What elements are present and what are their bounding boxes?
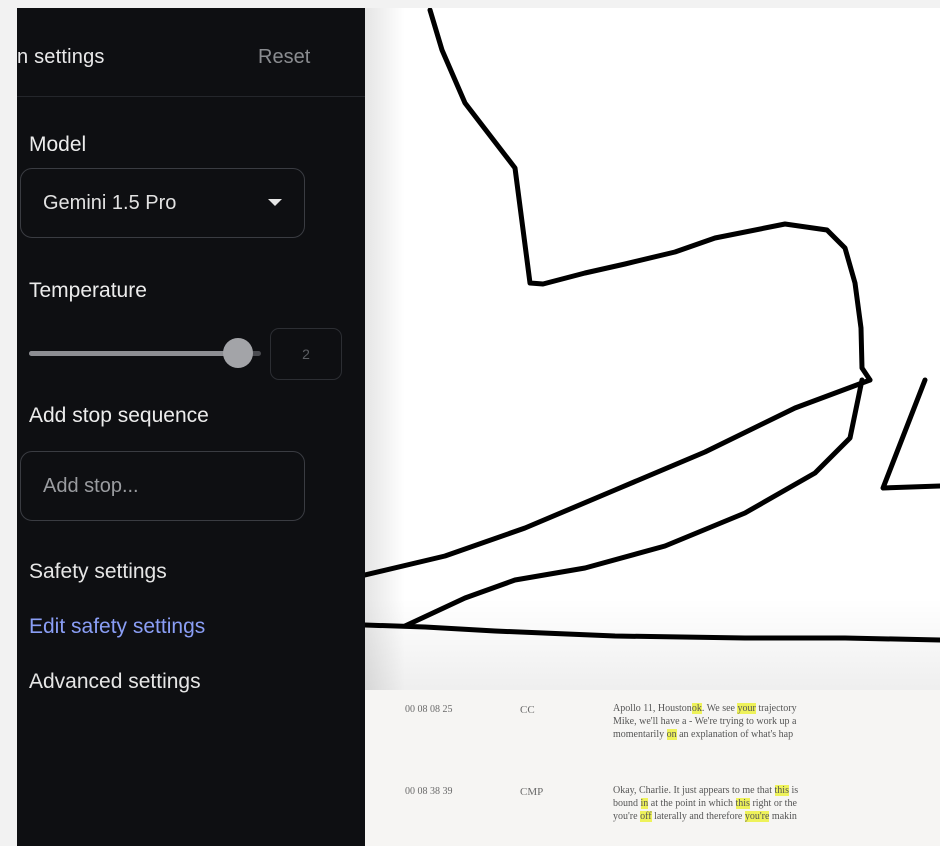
run-settings-panel: n settings Reset Model Gemini 1.5 Pro Te… [17,8,365,846]
transcript-line: Okay, Charlie. It just appears to me tha… [613,784,940,797]
panel-header: n settings Reset [17,8,365,97]
edit-safety-settings-link[interactable]: Edit safety settings [29,615,205,639]
transcript-speaker: CC [520,704,535,716]
transcript-fragment: . We see [701,703,738,714]
transcript-document: 00 08 08 25 CC Apollo 11, Houstonok. We se… [365,690,940,846]
hand-drawn-sketch [365,8,940,643]
stop-sequence-input[interactable]: Add stop... [20,451,305,521]
caret-down-icon [268,199,282,206]
stop-sequence-placeholder: Add stop... [43,475,139,497]
reset-button[interactable]: Reset [258,46,310,69]
transcript-line: momentarily on an explanation of what's … [613,728,940,741]
transcript-fragment: an explanation of what's hap [676,729,794,740]
transcript-speaker: CMP [520,786,544,798]
model-select[interactable]: Gemini 1.5 Pro [20,168,305,238]
slider-thumb[interactable] [222,338,253,368]
panel-title: n settings [17,46,105,68]
transcript-line: Mike, we'll have a - We're trying to wor… [613,715,940,728]
transcript-fragment: laterally and therefore [651,811,745,822]
transcript-line: you're off laterally and therefore you'r… [613,810,940,823]
transcript-timestamp: 00 08 08 25 [405,704,453,715]
temperature-label: Temperature [29,279,147,302]
transcript-fragment: trajectory [755,703,797,714]
transcript-fragment: bound [613,798,641,809]
transcript-text: Okay, Charlie. It just appears to me tha… [613,784,940,823]
transcript-timestamp: 00 08 38 39 [405,786,453,797]
transcript-fragment: at the point in which [648,798,736,809]
highlighted-term: off [640,811,652,822]
transcript-fragment: right or the [749,798,797,809]
highlighted-term: this [774,785,789,796]
safety-settings-heading: Safety settings [29,560,167,583]
advanced-settings-toggle[interactable]: Advanced settings [29,670,201,694]
temperature-slider[interactable] [29,338,261,368]
window-frame-top [0,0,940,8]
transcript-fragment: is [788,785,799,796]
transcript-text: Apollo 11, Houstonok. We see your trajec… [613,702,940,741]
highlighted-term: your [737,703,756,714]
highlighted-term: this [735,798,750,809]
highlighted-term: you're [744,811,770,822]
slider-fill [29,351,238,356]
transcript-line: bound in at the point in which this righ… [613,797,940,810]
transcript-fragment: Apollo 11, Houston [613,703,692,714]
model-label: Model [29,133,87,156]
transcript-fragment: makin [769,811,797,822]
highlighted-term: ok [691,703,702,714]
transcript-fragment: Okay, Charlie. It just appears to me tha… [613,785,775,796]
temperature-input[interactable]: 2 [270,328,342,380]
stop-sequence-label: Add stop sequence [29,404,209,427]
canvas-bottom-shade [365,598,940,698]
transcript-line: Apollo 11, Houstonok. We see your trajec… [613,702,940,715]
model-selected-value: Gemini 1.5 Pro [43,192,177,214]
transcript-fragment: Mike, we'll have a - We're trying to wor… [613,716,797,727]
transcript-fragment: you're [613,811,641,822]
window-frame-left [0,0,17,846]
transcript-fragment: momentarily [613,729,667,740]
highlighted-term: on [666,729,677,740]
